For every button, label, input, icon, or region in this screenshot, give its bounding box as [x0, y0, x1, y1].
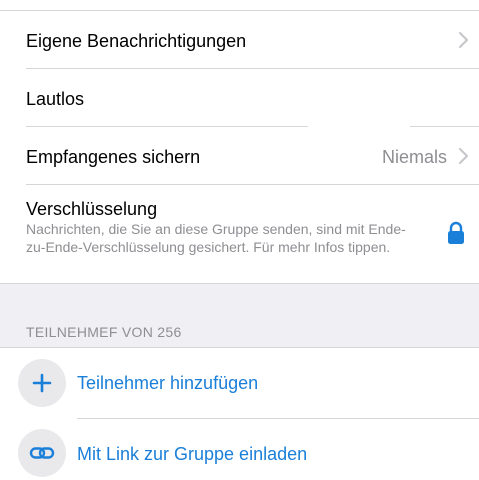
lock-icon [448, 221, 464, 244]
encryption-row[interactable]: Verschlüsselung Nachrichten, die Sie an … [0, 185, 479, 283]
save-received-media-value: Niemals [381, 147, 447, 167]
save-received-media-label: Empfangenes sichern [26, 147, 201, 167]
participants-section-header: TEILNEHMEF VON 256 [0, 283, 479, 348]
add-participant-icon-circle [18, 359, 66, 407]
invite-link-icon-circle [18, 429, 66, 477]
section-top-separator [0, 283, 479, 284]
encryption-description: Nachrichten, die Sie an diese Gruppe sen… [26, 221, 406, 255]
invite-via-link-label: Mit Link zur Gruppe einladen [77, 444, 308, 464]
chevron-right-icon [458, 147, 469, 165]
mute-label: Lautlos [26, 89, 85, 109]
chevron-right-icon [458, 31, 469, 49]
custom-notifications-row[interactable]: Eigene Benachrichtigungen [0, 11, 479, 68]
encryption-label: Verschlüsselung [26, 199, 158, 219]
add-participant-button[interactable]: Teilnehmer hinzufügen [0, 348, 479, 418]
invite-via-link-button[interactable]: Mit Link zur Gruppe einladen [0, 419, 479, 480]
add-participant-label: Teilnehmer hinzufügen [77, 373, 259, 393]
plus-icon [32, 373, 52, 393]
link-icon [29, 447, 55, 459]
custom-notifications-label: Eigene Benachrichtigungen [26, 31, 247, 51]
save-received-media-row[interactable]: Empfangenes sichern Niemals [0, 127, 479, 184]
mute-row[interactable]: Lautlos [0, 69, 479, 126]
participants-section-title: TEILNEHMEF VON 256 [26, 324, 182, 340]
